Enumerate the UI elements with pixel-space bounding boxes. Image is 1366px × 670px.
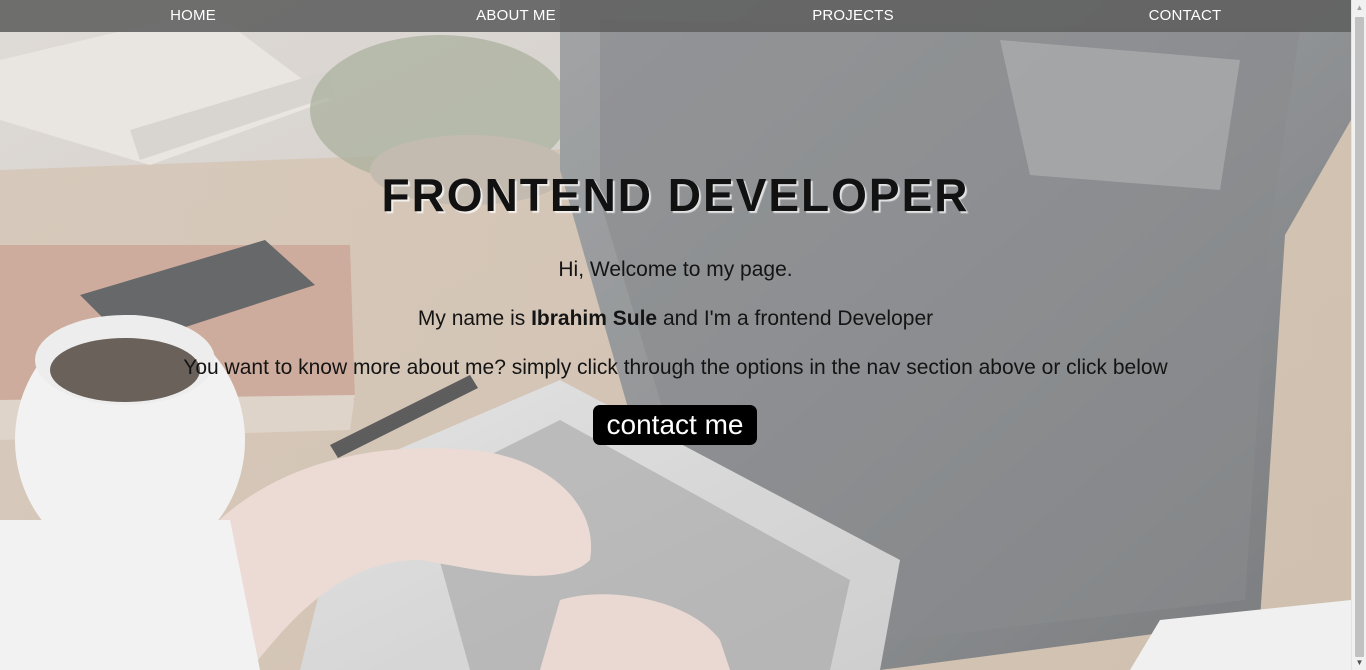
vertical-scrollbar[interactable]: ▲ ▼ xyxy=(1351,0,1366,670)
hero-section: FRONTEND DEVELOPER Hi, Welcome to my pag… xyxy=(0,0,1351,670)
intro-text: My name is Ibrahim Sule and I'm a fronte… xyxy=(0,307,1351,331)
developer-name: Ibrahim Sule xyxy=(531,307,658,330)
prompt-text: You want to know more about me? simply c… xyxy=(183,356,1168,379)
welcome-text: Hi, Welcome to my page. xyxy=(558,258,793,281)
intro-suffix: and I'm a frontend Developer xyxy=(657,307,934,330)
intro-prefix: My name is xyxy=(417,307,532,330)
scroll-down-arrow-icon[interactable]: ▼ xyxy=(1352,655,1366,670)
contact-me-button[interactable]: contact me xyxy=(593,405,757,445)
scroll-up-arrow-icon[interactable]: ▲ xyxy=(1352,0,1366,15)
hero-title: FRONTEND DEVELOPER xyxy=(381,169,970,221)
scrollbar-thumb[interactable] xyxy=(1355,17,1364,657)
